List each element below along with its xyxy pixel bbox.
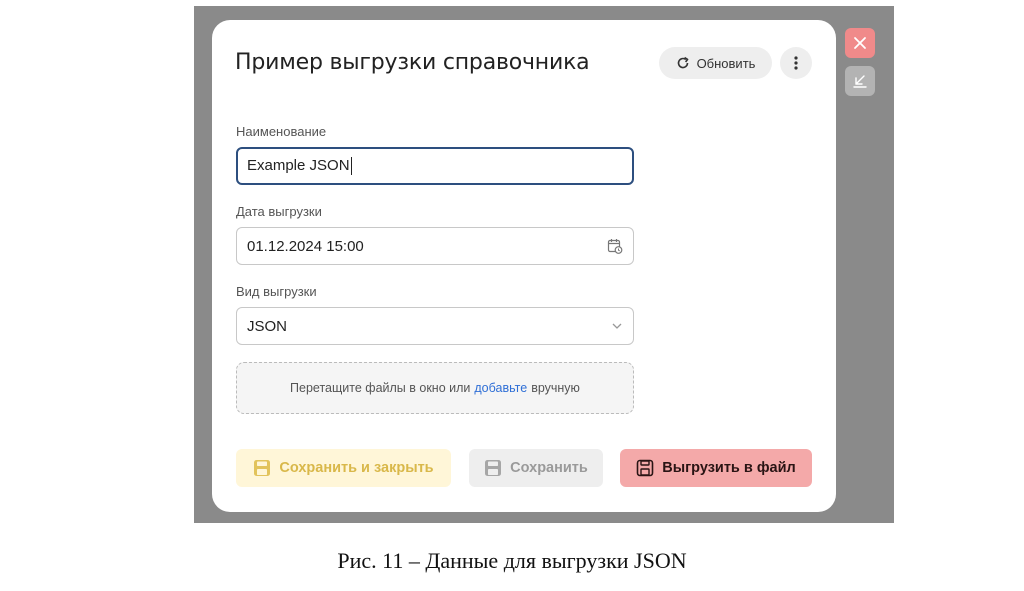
dialog-title: Пример выгрузки справочника: [235, 50, 590, 75]
dropzone-text: Перетащите файлы в окно или: [290, 381, 471, 395]
export-label: Выгрузить в файл: [662, 460, 796, 476]
save-label: Сохранить: [510, 460, 588, 476]
floppy-disk-icon: [636, 459, 654, 477]
close-button[interactable]: [845, 28, 875, 58]
figure-caption: Рис. 11 – Данные для выгрузки JSON: [337, 548, 687, 573]
screenshot-stage: Пример выгрузки справочника Обновить Наи…: [0, 0, 1024, 591]
export-dialog: Пример выгрузки справочника Обновить Наи…: [212, 20, 836, 512]
date-input[interactable]: 01.12.2024 15:00: [236, 227, 634, 265]
name-label: Наименование: [236, 124, 327, 139]
calendar-icon[interactable]: [607, 238, 623, 254]
type-select[interactable]: JSON: [236, 307, 634, 345]
floppy-disk-icon: [485, 460, 502, 476]
more-menu-button[interactable]: [780, 47, 812, 79]
refresh-label: Обновить: [696, 55, 756, 71]
file-dropzone[interactable]: Перетащите файлы в окно или добавьте вру…: [236, 362, 634, 414]
type-value: JSON: [247, 317, 288, 335]
name-value: Example JSON: [247, 156, 350, 174]
add-files-link[interactable]: добавьте: [474, 381, 527, 395]
floppy-disk-icon: [254, 460, 271, 476]
date-label: Дата выгрузки: [236, 204, 322, 219]
refresh-button[interactable]: Обновить: [659, 47, 772, 79]
chevron-down-icon: [612, 323, 622, 329]
text-caret: [350, 157, 352, 176]
dropzone-text-end: вручную: [531, 381, 580, 395]
refresh-icon: [677, 56, 688, 69]
minimize-button[interactable]: [845, 66, 875, 96]
save-button[interactable]: Сохранить: [469, 449, 603, 487]
export-to-file-button[interactable]: Выгрузить в файл: [620, 449, 812, 487]
minimize-icon: [853, 75, 867, 88]
name-input[interactable]: Example JSON: [236, 147, 634, 185]
date-value: 01.12.2024 15:00: [247, 237, 364, 255]
save-and-close-label: Сохранить и закрыть: [279, 460, 434, 476]
type-label: Вид выгрузки: [236, 284, 317, 299]
save-and-close-button[interactable]: Сохранить и закрыть: [236, 449, 451, 487]
close-icon: [854, 37, 866, 49]
more-vertical-icon: [794, 56, 798, 70]
